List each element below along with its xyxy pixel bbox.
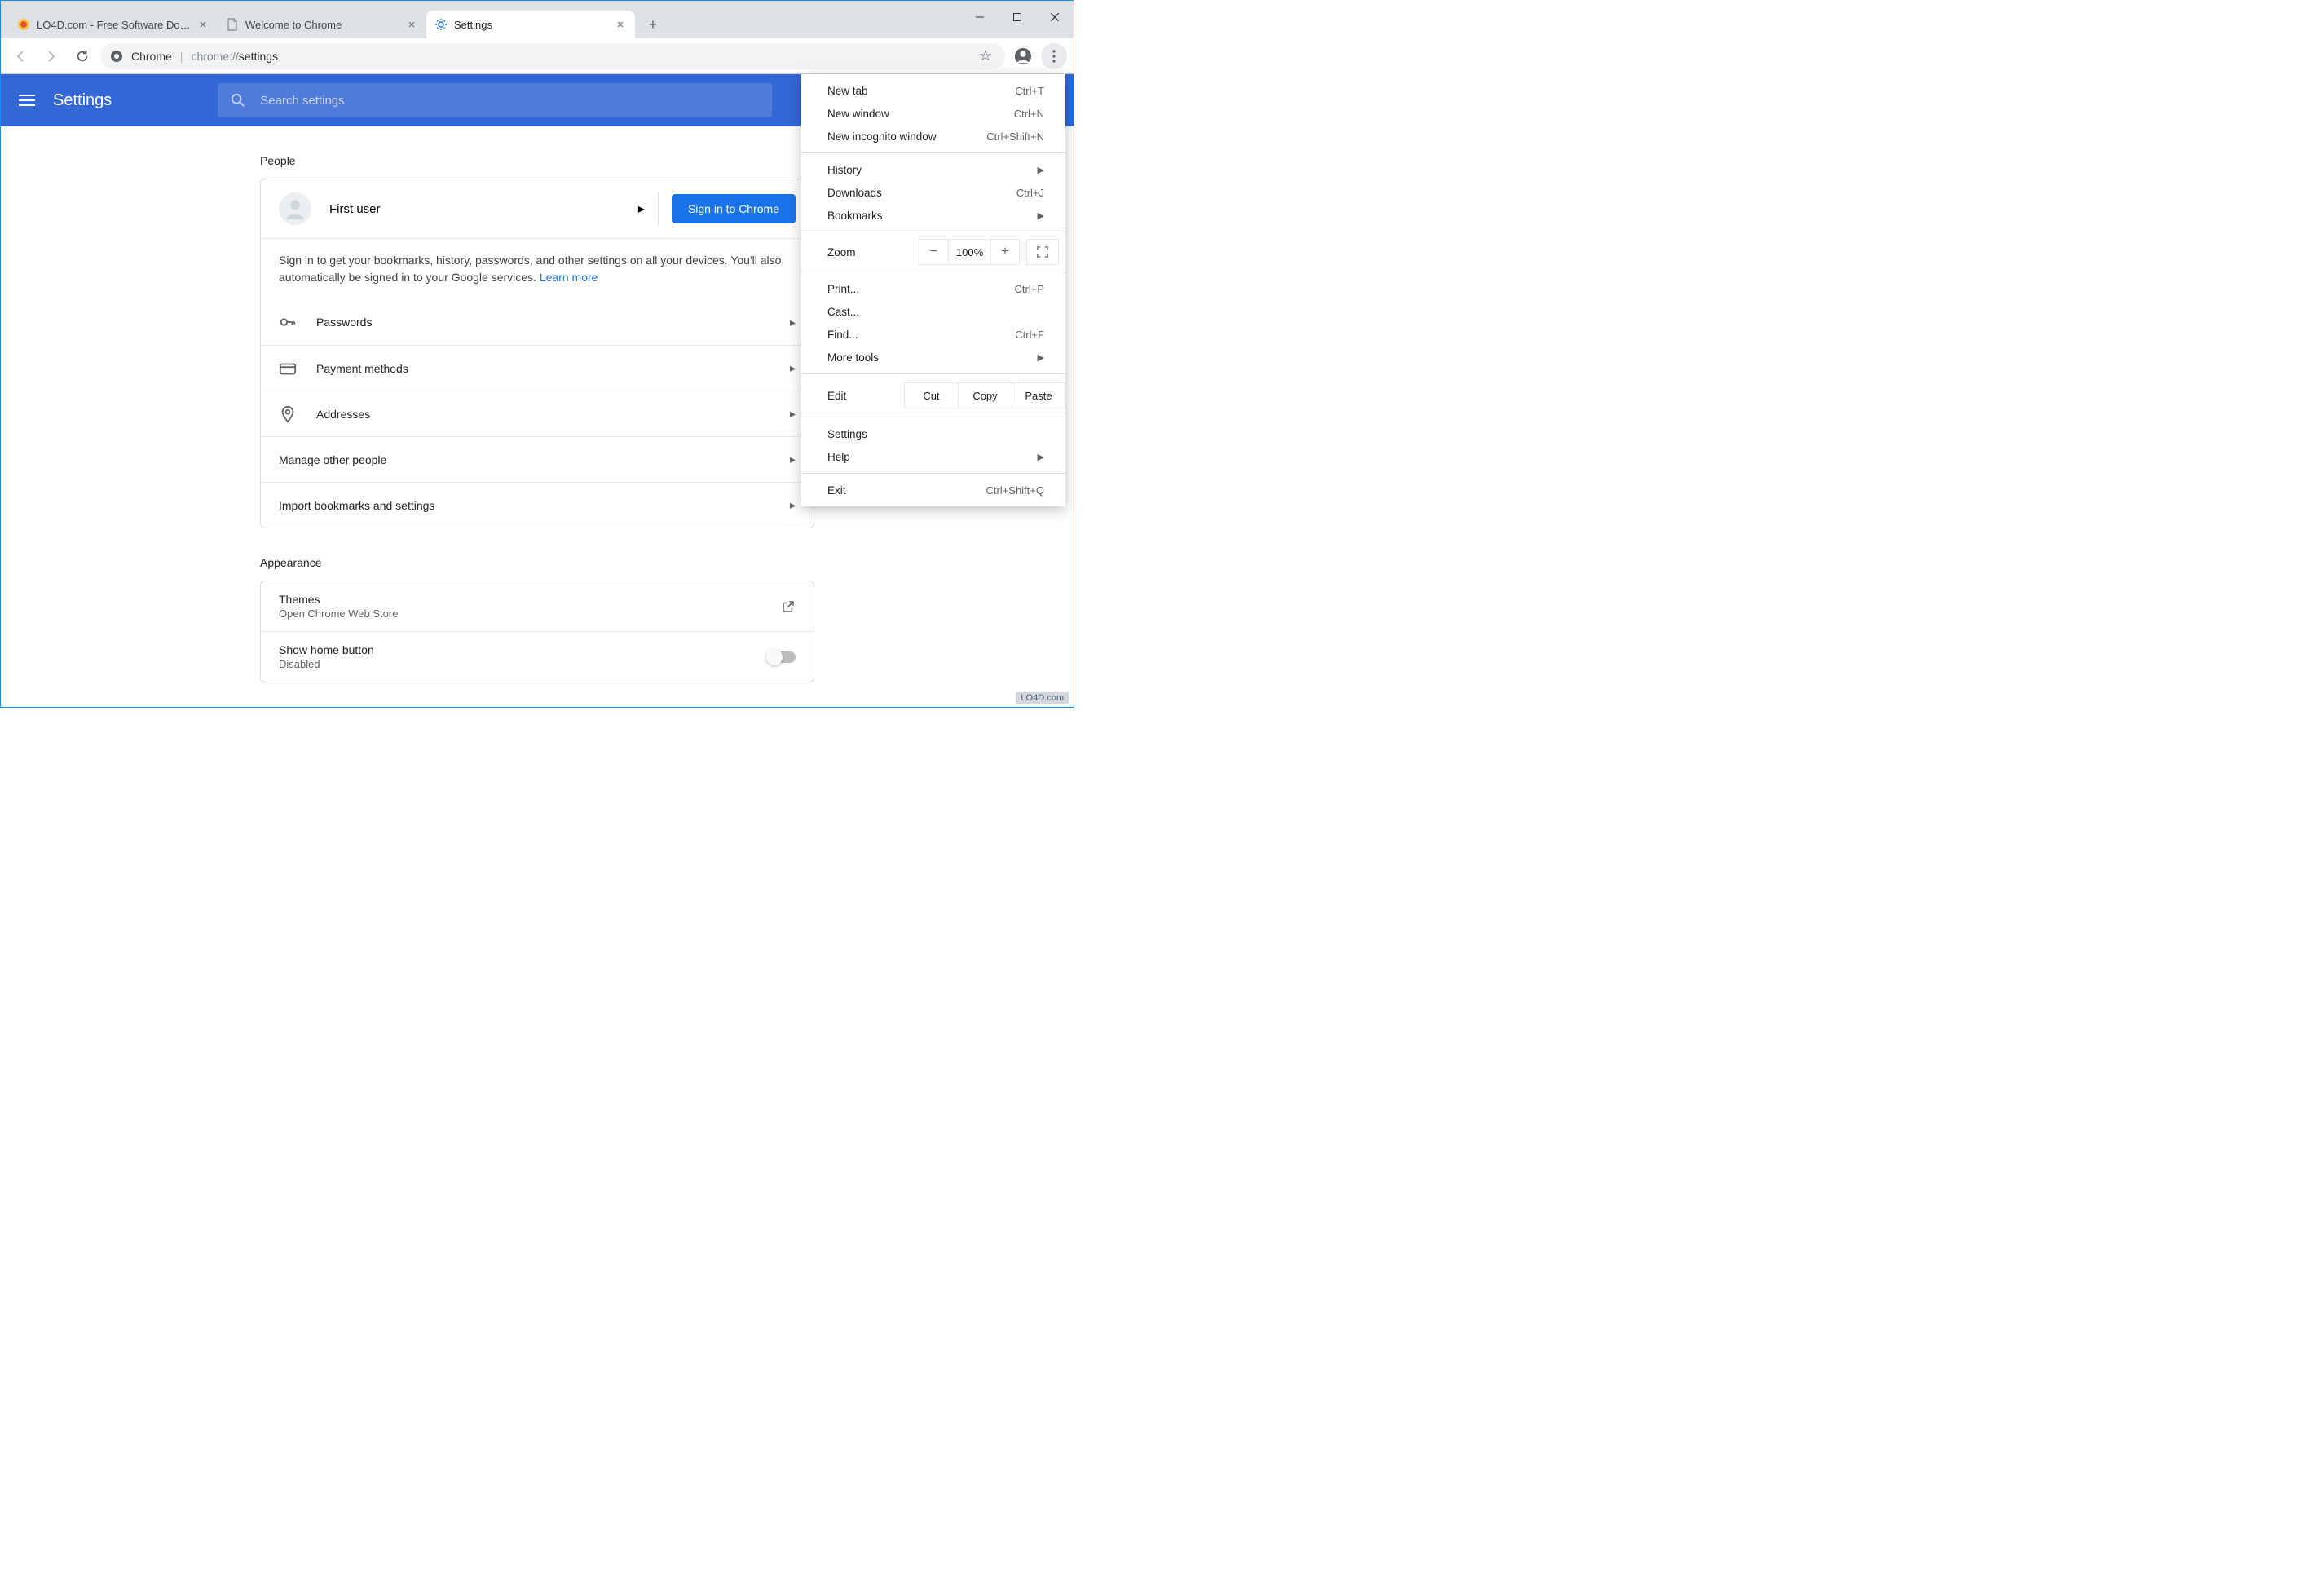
passwords-row[interactable]: Passwords ▸ — [261, 299, 814, 345]
tab-strip: LO4D.com - Free Software Downloads × Wel… — [1, 1, 1074, 38]
chevron-right-icon: ▸ — [790, 316, 796, 329]
settings-search[interactable]: Search settings — [218, 83, 772, 117]
window-controls — [961, 1, 1074, 33]
search-placeholder: Search settings — [260, 94, 344, 108]
search-icon — [231, 93, 245, 108]
tab-title: LO4D.com - Free Software Downloads — [37, 19, 196, 31]
themes-label: Themes — [279, 593, 781, 606]
chevron-right-icon: ▸ — [790, 361, 796, 375]
zoom-in-button[interactable]: + — [990, 239, 1020, 265]
menu-help[interactable]: Help▶ — [801, 445, 1065, 468]
toolbar: Chrome | chrome://settings ☆ — [1, 38, 1074, 74]
close-window-button[interactable] — [1036, 5, 1074, 29]
zoom-value: 100% — [948, 239, 990, 265]
menu-settings[interactable]: Settings — [801, 422, 1065, 445]
avatar-icon — [279, 192, 311, 225]
url-text: chrome://settings — [191, 50, 278, 63]
import-bookmarks-row[interactable]: Import bookmarks and settings ▸ — [261, 482, 814, 528]
bookmark-star-icon[interactable]: ☆ — [976, 47, 995, 64]
addresses-row[interactable]: Addresses ▸ — [261, 391, 814, 436]
paste-button[interactable]: Paste — [1012, 382, 1065, 408]
cut-button[interactable]: Cut — [904, 382, 958, 408]
product-label: Chrome — [131, 50, 172, 63]
chevron-right-icon[interactable]: ▸ — [638, 201, 645, 217]
chevron-right-icon: ▸ — [790, 407, 796, 421]
close-icon[interactable]: × — [196, 18, 209, 31]
sign-in-button[interactable]: Sign in to Chrome — [672, 194, 796, 223]
menu-new-incognito[interactable]: New incognito windowCtrl+Shift+N — [801, 125, 1065, 148]
close-icon[interactable]: × — [614, 18, 627, 31]
learn-more-link[interactable]: Learn more — [540, 271, 598, 284]
home-button-sublabel: Disabled — [279, 658, 768, 670]
gear-icon — [434, 18, 448, 31]
manage-people-row[interactable]: Manage other people ▸ — [261, 436, 814, 482]
separator: | — [180, 50, 183, 63]
home-button-row[interactable]: Show home button Disabled — [261, 631, 814, 682]
menu-edit-row: Edit Cut Copy Paste — [801, 379, 1065, 412]
appearance-card: Themes Open Chrome Web Store Show home b… — [260, 581, 814, 682]
card-icon — [279, 360, 298, 378]
menu-cast[interactable]: Cast... — [801, 300, 1065, 323]
new-tab-button[interactable]: + — [642, 13, 664, 36]
fullscreen-button[interactable] — [1026, 239, 1059, 265]
themes-row[interactable]: Themes Open Chrome Web Store — [261, 581, 814, 631]
chevron-right-icon: ▶ — [1038, 352, 1044, 363]
reload-button[interactable] — [69, 43, 95, 69]
menu-exit[interactable]: ExitCtrl+Shift+Q — [801, 479, 1065, 501]
user-row: First user ▸ Sign in to Chrome — [261, 179, 814, 238]
section-title-people: People — [260, 154, 814, 167]
menu-separator — [801, 373, 1065, 374]
toggle-switch[interactable] — [768, 651, 796, 663]
menu-new-window[interactable]: New windowCtrl+N — [801, 102, 1065, 125]
tab-title: Settings — [454, 19, 614, 31]
profile-button[interactable] — [1010, 43, 1036, 69]
home-button-label: Show home button — [279, 643, 768, 656]
chevron-right-icon: ▶ — [1038, 210, 1044, 221]
settings-title: Settings — [53, 91, 112, 110]
forward-button[interactable] — [38, 43, 64, 69]
tab-welcome[interactable]: Welcome to Chrome × — [218, 11, 426, 38]
close-icon[interactable]: × — [405, 18, 418, 31]
section-title-appearance: Appearance — [260, 556, 814, 569]
lo4d-favicon — [17, 18, 30, 31]
menu-separator — [801, 473, 1065, 474]
chevron-right-icon: ▸ — [790, 498, 796, 512]
menu-new-tab[interactable]: New tabCtrl+T — [801, 79, 1065, 102]
themes-sublabel: Open Chrome Web Store — [279, 607, 781, 620]
user-name: First user — [329, 202, 381, 216]
key-icon — [279, 313, 298, 331]
menu-find[interactable]: Find...Ctrl+F — [801, 323, 1065, 346]
back-button[interactable] — [7, 43, 33, 69]
chrome-menu-dropdown: New tabCtrl+T New windowCtrl+N New incog… — [801, 74, 1065, 506]
divider — [658, 192, 659, 225]
tab-title: Welcome to Chrome — [245, 19, 405, 31]
menu-downloads[interactable]: DownloadsCtrl+J — [801, 181, 1065, 204]
sign-in-description: Sign in to get your bookmarks, history, … — [261, 238, 814, 299]
zoom-out-button[interactable]: − — [919, 239, 948, 265]
menu-zoom: Zoom − 100% + — [801, 237, 1065, 267]
maximize-button[interactable] — [999, 5, 1036, 29]
menu-separator — [801, 152, 1065, 153]
menu-more-tools[interactable]: More tools▶ — [801, 346, 1065, 369]
tab-settings[interactable]: Settings × — [426, 11, 635, 38]
chevron-right-icon: ▸ — [790, 453, 796, 466]
people-card: First user ▸ Sign in to Chrome Sign in t… — [260, 179, 814, 528]
minimize-button[interactable] — [961, 5, 999, 29]
chevron-right-icon: ▶ — [1038, 165, 1044, 175]
kebab-menu-button[interactable] — [1041, 43, 1067, 69]
copy-button[interactable]: Copy — [958, 382, 1012, 408]
location-icon — [279, 405, 298, 423]
tab-lo4d[interactable]: LO4D.com - Free Software Downloads × — [9, 11, 218, 38]
chrome-product-icon — [110, 50, 123, 63]
menu-bookmarks[interactable]: Bookmarks▶ — [801, 204, 1065, 227]
watermark: LO4D.com — [1016, 692, 1069, 704]
menu-print[interactable]: Print...Ctrl+P — [801, 277, 1065, 300]
open-external-icon — [781, 599, 796, 614]
hamburger-menu-icon[interactable] — [1, 95, 53, 106]
payment-row[interactable]: Payment methods ▸ — [261, 345, 814, 391]
document-icon — [226, 18, 239, 31]
menu-history[interactable]: History▶ — [801, 158, 1065, 181]
chevron-right-icon: ▶ — [1038, 452, 1044, 462]
address-bar[interactable]: Chrome | chrome://settings ☆ — [100, 43, 1005, 69]
